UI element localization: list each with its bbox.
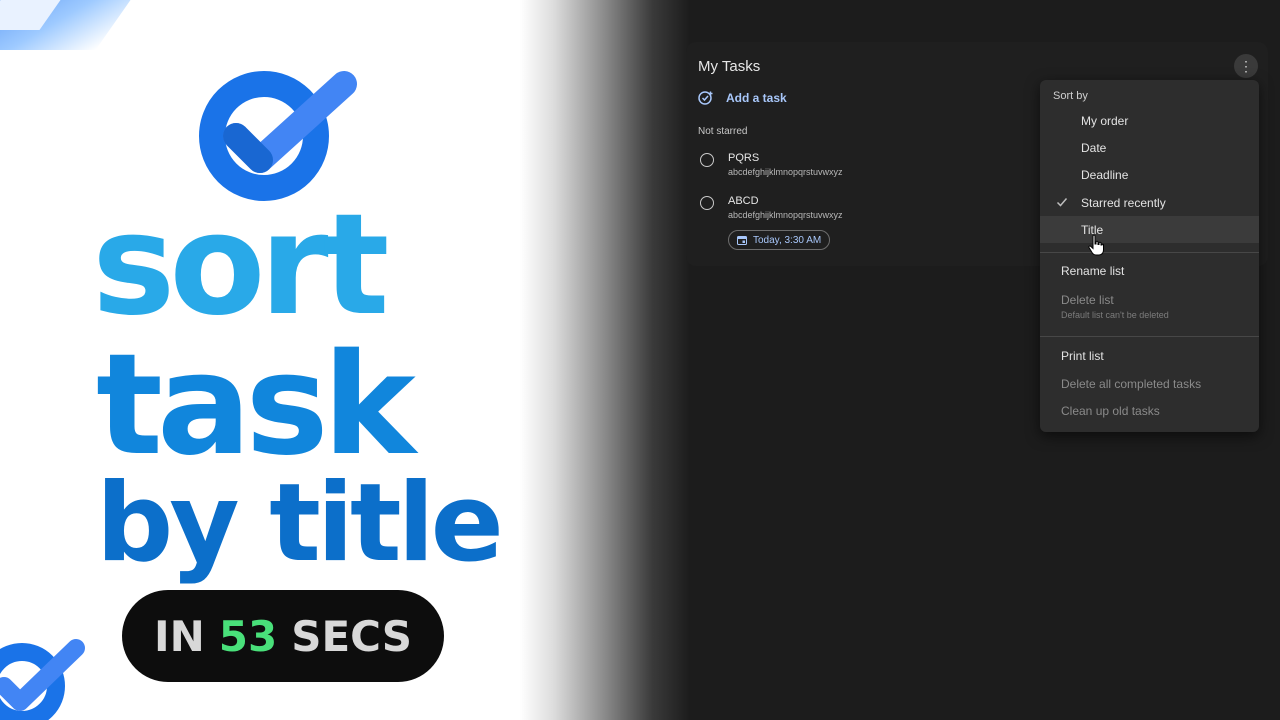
headline-sort: sort — [92, 184, 389, 347]
delete-list-note: Default list can't be deleted — [1061, 310, 1169, 320]
rename-list-item[interactable]: Rename list — [1040, 257, 1259, 284]
delete-completed-item[interactable]: Delete all completed tasks — [1040, 370, 1259, 397]
list-options-menu: Sort by My order Date Deadline Starred r… — [1040, 80, 1259, 432]
sort-option-starred-recently[interactable]: Starred recently — [1040, 189, 1259, 216]
hand-pointer-cursor-icon — [1088, 234, 1104, 256]
duration-badge: IN 53 SECS — [122, 590, 444, 682]
sort-by-header: Sort by — [1053, 90, 1088, 102]
add-task-button[interactable]: Add a task — [698, 90, 787, 106]
task-complete-checkbox[interactable] — [700, 153, 714, 167]
print-list-item[interactable]: Print list — [1040, 342, 1259, 369]
add-task-label: Add a task — [726, 91, 787, 105]
sort-option-deadline[interactable]: Deadline — [1040, 161, 1259, 188]
task-item[interactable]: ABCD abcdefghijklmnopqrstuvwxyz — [700, 195, 843, 220]
gradient-divider — [520, 0, 690, 720]
task-date-chip[interactable]: Today, 3:30 AM — [728, 230, 831, 250]
duration-suffix: SECS — [291, 611, 413, 661]
delete-list-item[interactable]: Delete list — [1040, 286, 1259, 313]
task-date-label: Today, 3:30 AM — [753, 234, 822, 246]
task-item[interactable]: PQRS abcdefghijklmnopqrstuvwxyz — [700, 152, 843, 177]
task-details: abcdefghijklmnopqrstuvwxyz — [728, 167, 843, 177]
sort-option-date[interactable]: Date — [1040, 134, 1259, 161]
more-vert-icon[interactable]: ⋮ — [1234, 54, 1258, 78]
list-title: My Tasks — [698, 58, 761, 75]
clean-up-item[interactable]: Clean up old tasks — [1040, 397, 1259, 424]
menu-divider — [1040, 336, 1259, 337]
task-title: ABCD — [728, 195, 759, 207]
headline-task: task — [96, 324, 416, 487]
google-tasks-logo-small-icon — [0, 639, 85, 720]
google-tasks-logo-icon — [199, 71, 357, 201]
sort-option-my-order[interactable]: My order — [1040, 107, 1259, 134]
sort-option-label: Starred recently — [1081, 195, 1166, 210]
headline-by-title: by title — [96, 461, 504, 586]
duration-prefix: IN — [153, 611, 205, 661]
duration-number: 53 — [218, 611, 278, 661]
calendar-icon — [737, 236, 747, 245]
promo-panel: sort task by title IN 53 SECS — [0, 0, 560, 720]
sort-option-title[interactable]: Title — [1040, 216, 1259, 243]
task-title: PQRS — [728, 152, 760, 164]
task-complete-checkbox[interactable] — [700, 196, 714, 210]
check-icon — [1056, 198, 1068, 207]
add-task-icon — [698, 91, 713, 105]
menu-divider — [1040, 252, 1259, 253]
section-label: Not starred — [698, 126, 748, 137]
task-details: abcdefghijklmnopqrstuvwxyz — [728, 210, 843, 220]
